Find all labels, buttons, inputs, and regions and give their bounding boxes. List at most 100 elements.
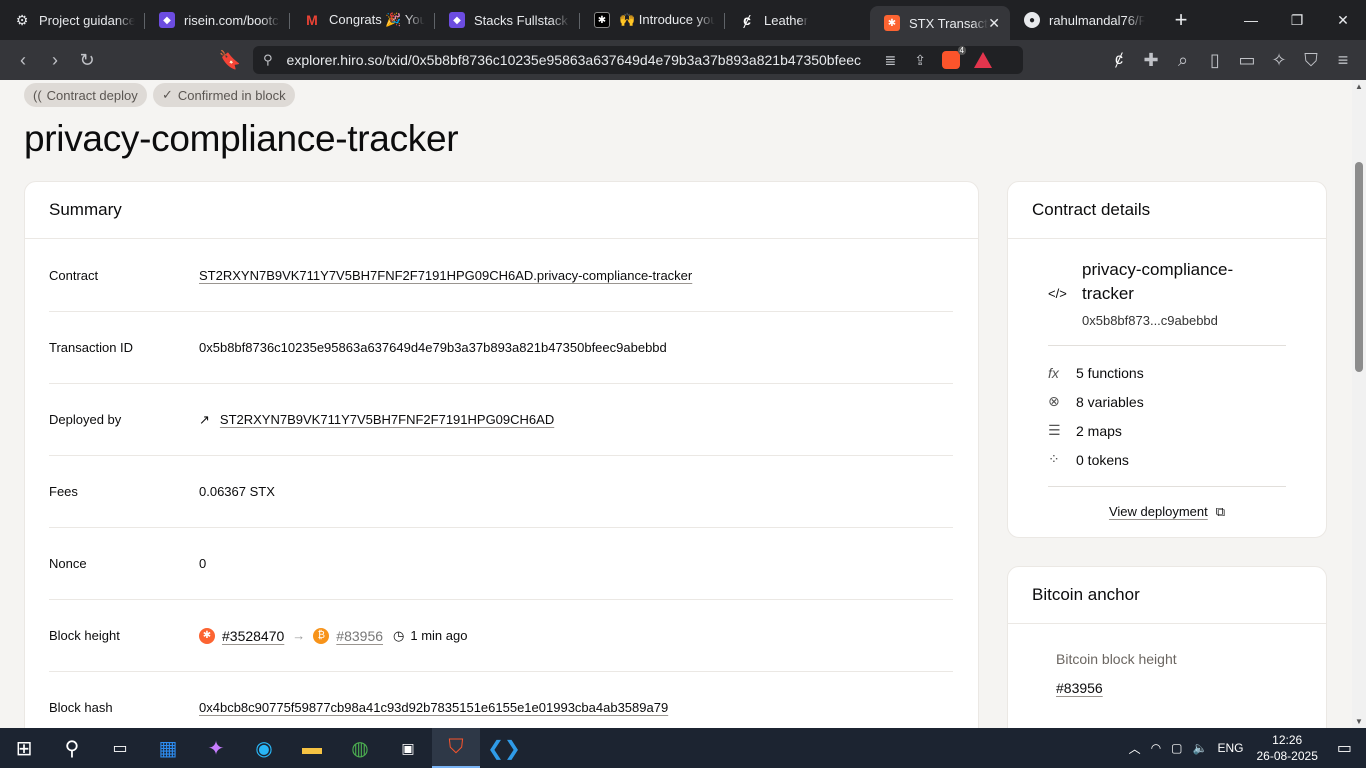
language-indicator[interactable]: ENG (1217, 741, 1243, 755)
scroll-down-icon[interactable]: ▼ (1355, 717, 1363, 726)
deployer-link[interactable]: ST2RXYN7B9VK711Y7V5BH7FNF2F7191HPG09CH6A… (220, 412, 554, 427)
leo-ai-icon[interactable]: ✧ (1264, 45, 1294, 75)
stat-label: 0 tokens (1076, 451, 1129, 468)
page-title: privacy-compliance-tracker (24, 118, 459, 159)
tokens-icon: ⁘ (1048, 451, 1060, 467)
system-tray: ︿ ◠ ▢ 🔈 ENG 12:26 26-08-2025 ▭ (1124, 728, 1366, 768)
edge-icon[interactable]: ◉ (240, 728, 288, 768)
divider (1048, 486, 1286, 487)
page-scrollbar[interactable]: ▲ ▼ (1352, 80, 1366, 728)
close-icon[interactable]: ✕ (988, 15, 1000, 32)
scrollbar-thumb[interactable] (1355, 162, 1363, 372)
windows-start-icon[interactable]: ⊞ (0, 728, 48, 768)
page-content: (( Contract deploy ✓ Confirmed in block … (0, 80, 1352, 728)
code-icon: </> (1048, 286, 1067, 301)
toolbar-extensions: ȼ ✚ ⌕ ▯ ▭ ✧ ⛉ ≡ (1104, 45, 1358, 75)
tab-stacks-fullstack[interactable]: ◆ Stacks Fullstack Bo (435, 4, 580, 36)
block-height-row: Block height ✱ #3528470 → ₿ #83956 ◷ 1 m… (49, 600, 953, 672)
bitcoin-block-link[interactable]: #83956 (1056, 680, 1103, 696)
summary-heading: Summary (25, 182, 978, 239)
tab-introduce[interactable]: ✱ 🙌 Introduce you (580, 4, 725, 36)
sidebar-icon[interactable]: ▯ (1200, 45, 1230, 75)
site-settings-icon[interactable]: ⚲ (263, 52, 273, 68)
leather-extension-icon[interactable]: ȼ (1104, 45, 1134, 75)
network-icon[interactable]: ◠ (1151, 741, 1161, 755)
clock-time: 12:26 (1272, 733, 1303, 747)
discord-icon: ✱ (594, 12, 610, 28)
tab-gmail[interactable]: M Congrats 🎉 You (290, 4, 435, 36)
scroll-up-icon[interactable]: ▲ (1355, 82, 1363, 91)
nonce-row: Nonce 0 (49, 528, 953, 600)
wallet-icon[interactable]: ▭ (1232, 45, 1262, 75)
maps-stat: ☰ 2 maps (1048, 416, 1144, 445)
block-hash-link[interactable]: 0x4bcb8c90775f59877cb98a41c93d92b7835151… (199, 700, 668, 715)
reader-mode-icon[interactable]: ≣ (885, 52, 897, 69)
fees-value: 0.06367 STX (199, 484, 275, 499)
url-text[interactable]: explorer.hiro.so/txid/0x5b8bf8736c10235e… (287, 52, 865, 68)
extensions-icon[interactable]: ✚ (1136, 45, 1166, 75)
bitcoin-anchor-card: Bitcoin anchor Bitcoin block height #839… (1007, 566, 1327, 728)
gmail-icon: M (306, 12, 318, 28)
restore-icon[interactable]: ❐ (1274, 0, 1320, 40)
tab-search-icon[interactable]: ⌕ (1168, 45, 1198, 75)
external-link-icon: ⧉ (1215, 504, 1226, 519)
stacks-icon: ✱ (884, 15, 900, 31)
clock[interactable]: 12:26 26-08-2025 (1256, 732, 1317, 764)
bitcoin-icon: ₿ (313, 627, 330, 644)
new-tab-button[interactable]: + (1169, 7, 1193, 33)
close-window-icon[interactable]: ✕ (1320, 0, 1366, 40)
vscode-icon[interactable]: ❮❯ (480, 728, 528, 768)
brave-rewards-icon[interactable] (974, 52, 992, 68)
contract-icon: (( (33, 87, 42, 103)
file-explorer-icon[interactable]: ▬ (288, 728, 336, 768)
contract-name-line: privacy-compliance- (1082, 260, 1234, 279)
reload-icon[interactable]: ↻ (72, 45, 102, 75)
bitcoin-anchor-heading: Bitcoin anchor (1008, 567, 1326, 624)
copilot-icon[interactable]: ✦ (192, 728, 240, 768)
vpn-icon[interactable]: ⛉ (1296, 45, 1326, 75)
tab-project-guidance[interactable]: ⚙ Project guidance (0, 4, 145, 36)
chrome-icon[interactable]: ◍ (336, 728, 384, 768)
stat-label: 5 functions (1076, 364, 1144, 381)
view-deployment-label[interactable]: View deployment (1109, 504, 1208, 520)
terminal-icon[interactable]: ▣ (384, 728, 432, 768)
task-view-icon[interactable]: ▭ (96, 728, 144, 768)
badge-label: Contract deploy (46, 87, 138, 103)
confirmed-badge: ✓ Confirmed in block (153, 83, 295, 107)
tab-github[interactable]: ● rahulmandal76/P (1010, 4, 1155, 36)
row-label: Contract (49, 268, 99, 283)
brave-icon[interactable]: ⛉ (432, 728, 480, 768)
contract-name: privacy-compliance- tracker (1082, 258, 1233, 306)
badge-label: Confirmed in block (177, 87, 286, 103)
meet-now-icon[interactable]: ▢ (1171, 741, 1182, 755)
notifications-icon[interactable]: ▭ (1337, 738, 1352, 758)
btc-block-link[interactable]: #83956 (336, 628, 383, 644)
contract-row: Contract ST2RXYN7B9VK711Y7V5BH7FNF2F7191… (49, 240, 953, 312)
contract-link[interactable]: ST2RXYN7B9VK711Y7V5BH7FNF2F7191HPG09CH6A… (199, 268, 692, 283)
tab-stx-transaction[interactable]: ✱ STX Transacti ✕ (870, 6, 1010, 40)
brave-shield-icon[interactable]: 4 (942, 46, 966, 69)
tab-title: Leather (764, 12, 809, 28)
contract-details-heading: Contract details (1008, 182, 1326, 239)
microsoft-store-icon[interactable]: ▦ (144, 728, 192, 768)
variables-icon: ⊗ (1048, 393, 1060, 409)
forward-icon[interactable]: › (40, 45, 70, 75)
stx-block-link[interactable]: #3528470 (222, 628, 284, 644)
back-icon[interactable]: ‹ (8, 45, 38, 75)
risein-icon: ◆ (449, 12, 465, 28)
tab-leather[interactable]: ȼ Leather (725, 4, 870, 36)
bookmark-icon[interactable]: 🔖 (215, 45, 245, 75)
tab-title: rahulmandal76/P (1049, 12, 1145, 28)
minimize-icon[interactable]: — (1228, 0, 1274, 40)
menu-icon[interactable]: ≡ (1328, 45, 1358, 75)
tab-risein[interactable]: ◆ risein.com/bootca (145, 4, 290, 36)
volume-icon[interactable]: 🔈 (1193, 741, 1208, 755)
deployer: ↗ ST2RXYN7B9VK711Y7V5BH7FNF2F7191HPG09CH… (199, 412, 554, 428)
search-icon[interactable]: ⚲ (48, 728, 96, 768)
block-age: 1 min ago (410, 628, 468, 643)
share-icon[interactable]: ⇪ (914, 52, 926, 69)
view-deployment-link[interactable]: View deployment ⧉ (1008, 504, 1326, 520)
address-bar[interactable]: ⚲ explorer.hiro.so/txid/0x5b8bf8736c1023… (253, 46, 1023, 74)
row-label: Fees (49, 484, 78, 499)
show-hidden-icons-icon[interactable]: ︿ (1129, 740, 1141, 757)
